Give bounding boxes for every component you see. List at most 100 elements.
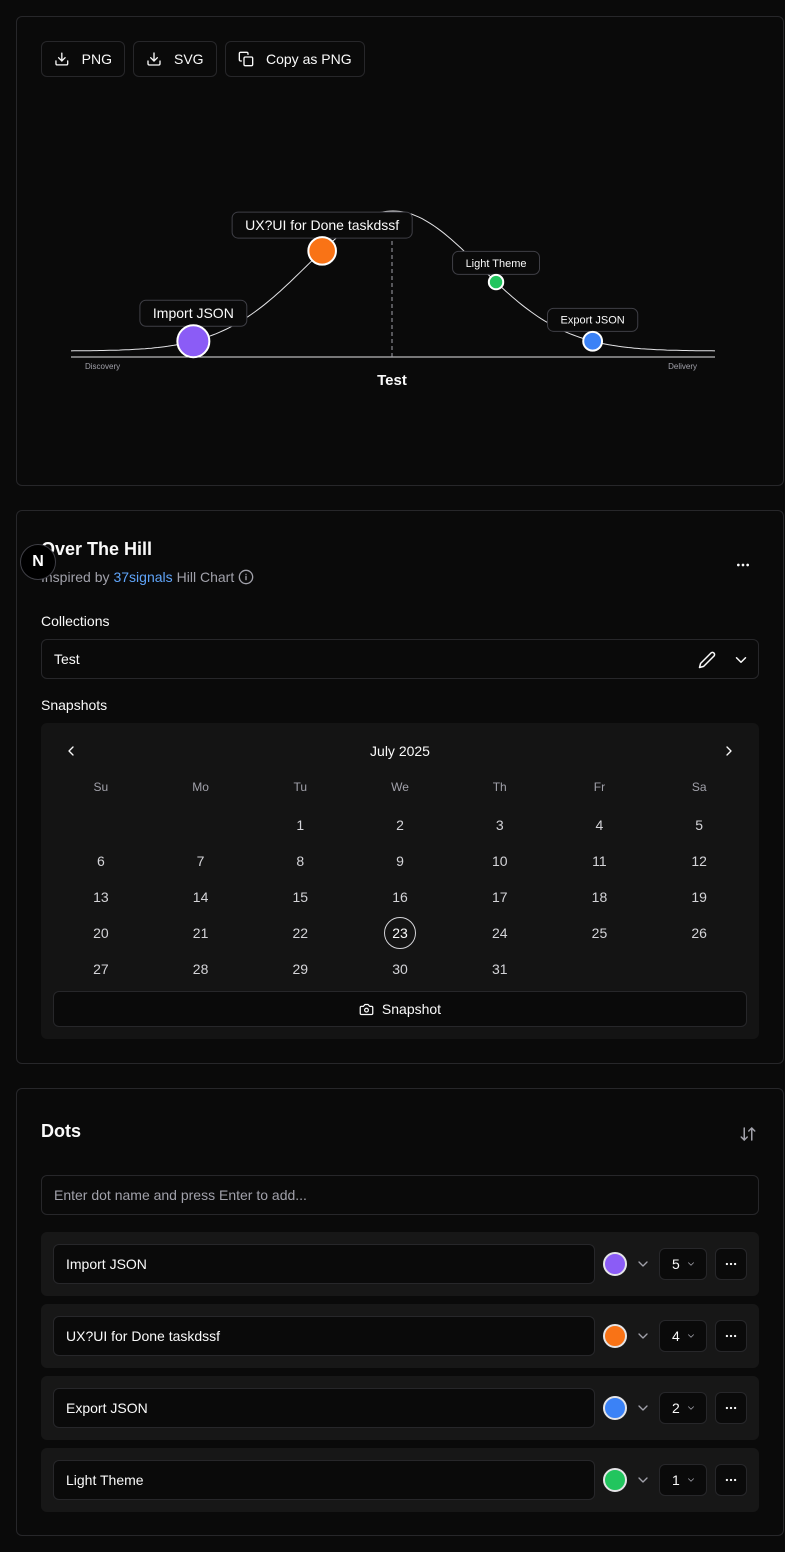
camera-icon <box>359 1003 374 1015</box>
sort-icon[interactable] <box>739 1125 757 1143</box>
calendar-day[interactable]: 14 <box>151 879 251 915</box>
chevron-down-icon[interactable] <box>635 1256 651 1272</box>
calendar-week: 1 2 3 4 5 <box>51 807 749 843</box>
calendar-day[interactable]: 8 <box>250 843 350 879</box>
weekday-label: We <box>391 780 409 794</box>
hill-dot[interactable]: Light Theme <box>452 250 541 291</box>
hill-dot-marker[interactable] <box>176 324 211 359</box>
dot-name-input[interactable]: Light Theme <box>53 1460 595 1500</box>
37signals-link[interactable]: 37signals <box>113 569 172 585</box>
hill-dot-marker[interactable] <box>487 273 505 291</box>
size-select[interactable]: 2 <box>659 1392 707 1424</box>
calendar-day[interactable]: 17 <box>450 879 550 915</box>
calendar-day[interactable]: 2 <box>350 807 450 843</box>
download-png-button[interactable]: PNG <box>41 41 125 77</box>
calendar-day[interactable]: 12 <box>649 843 749 879</box>
calendar-day-number: 8 <box>296 853 305 869</box>
calendar-day-number: 13 <box>93 889 109 905</box>
calendar-day[interactable]: 28 <box>151 951 251 987</box>
calendar-day[interactable]: 3 <box>450 807 550 843</box>
calendar-day[interactable]: 1 <box>250 807 350 843</box>
hill-chart: Discovery Delivery Test Import JSON UX?UI… <box>70 210 716 389</box>
calendar-weekdays: Su Mo Tu We Th Fr Sa <box>51 773 749 801</box>
dot-name-input[interactable]: Export JSON <box>53 1388 595 1428</box>
dot-row: Import JSON 5 <box>41 1232 759 1296</box>
color-swatch[interactable] <box>603 1468 627 1492</box>
calendar-day[interactable]: 29 <box>250 951 350 987</box>
collection-select[interactable]: Test <box>41 639 759 679</box>
download-svg-button[interactable]: SVG <box>133 41 217 77</box>
calendar-day[interactable]: 26 <box>649 915 749 951</box>
chevron-down-icon <box>687 1406 694 1410</box>
calendar-day[interactable]: 31 <box>450 951 550 987</box>
calendar-day[interactable]: 16 <box>350 879 450 915</box>
calendar-day[interactable]: 10 <box>450 843 550 879</box>
calendar-day[interactable]: 19 <box>649 879 749 915</box>
chevron-down-icon[interactable] <box>635 1328 651 1344</box>
download-svg-label: SVG <box>174 51 204 67</box>
chevron-down-icon <box>687 1262 694 1266</box>
chevron-down-icon[interactable] <box>635 1472 651 1488</box>
pencil-icon[interactable] <box>698 651 716 669</box>
hill-dot[interactable]: Import JSON <box>139 299 248 359</box>
dot-more-button[interactable] <box>715 1464 747 1496</box>
weekday-label: Tu <box>293 780 308 794</box>
calendar-day[interactable]: 15 <box>250 879 350 915</box>
chevron-down-icon[interactable] <box>635 1400 651 1416</box>
hill-dot-marker[interactable] <box>582 330 604 352</box>
calendar-day[interactable]: 18 <box>550 879 650 915</box>
calendar-day[interactable]: 30 <box>350 951 450 987</box>
dot-more-button[interactable] <box>715 1392 747 1424</box>
chevron-down-icon[interactable] <box>732 651 750 669</box>
discovery-label: Discovery <box>85 362 120 371</box>
calendar-day[interactable]: 24 <box>450 915 550 951</box>
calendar-day[interactable]: 21 <box>151 915 251 951</box>
size-select[interactable]: 1 <box>659 1464 707 1496</box>
calendar-day[interactable]: 13 <box>51 879 151 915</box>
calendar-day-number: 14 <box>192 889 209 905</box>
calendar-day[interactable]: 6 <box>51 843 151 879</box>
calendar-day[interactable]: 9 <box>350 843 450 879</box>
more-horizontal-icon <box>725 1478 737 1482</box>
calendar-day[interactable]: 5 <box>649 807 749 843</box>
calendar-day-number: 3 <box>495 817 504 833</box>
snapshot-button[interactable]: Snapshot <box>53 991 747 1027</box>
calendar-day[interactable]: 23 <box>350 915 450 951</box>
color-swatch[interactable] <box>603 1324 627 1348</box>
chevron-right-icon[interactable] <box>721 743 737 759</box>
copy-png-button[interactable]: Copy as PNG <box>225 41 365 77</box>
calendar-day[interactable]: 11 <box>550 843 650 879</box>
info-icon[interactable] <box>238 569 254 585</box>
size-select[interactable]: 4 <box>659 1320 707 1352</box>
hill-dot-marker[interactable] <box>307 236 337 266</box>
calendar-week: 13 14 15 16 17 18 19 <box>51 879 749 915</box>
size-value: 5 <box>672 1256 680 1272</box>
calendar-day-number: 23 <box>384 917 417 949</box>
size-select[interactable]: 5 <box>659 1248 707 1280</box>
calendar-day[interactable]: 4 <box>550 807 650 843</box>
color-swatch[interactable] <box>603 1252 627 1276</box>
dot-more-button[interactable] <box>715 1248 747 1280</box>
new-dot-input[interactable] <box>41 1175 759 1215</box>
calendar-day-number <box>185 809 217 841</box>
hill-dot[interactable]: UX?UI for Done taskdssf <box>231 211 413 266</box>
hill-dot[interactable]: Export JSON <box>547 307 639 352</box>
calendar-day[interactable]: 27 <box>51 951 151 987</box>
size-value: 4 <box>672 1328 680 1344</box>
hill-dot-label: Light Theme <box>466 258 527 270</box>
calendar-day[interactable]: 22 <box>250 915 350 951</box>
calendar-day-number: 30 <box>392 961 408 977</box>
dot-more-button[interactable] <box>715 1320 747 1352</box>
collection-value: Test <box>54 651 80 667</box>
more-options-button[interactable] <box>727 551 759 579</box>
dot-row: UX?UI for Done taskdssf 4 <box>41 1304 759 1368</box>
dot-name-input[interactable]: Import JSON <box>53 1244 595 1284</box>
calendar-day[interactable]: 7 <box>151 843 251 879</box>
calendar-empty <box>649 951 749 987</box>
color-swatch[interactable] <box>603 1396 627 1420</box>
calendar-day[interactable]: 20 <box>51 915 151 951</box>
calendar-empty <box>550 951 650 987</box>
app-logo[interactable]: N <box>20 544 56 580</box>
dot-name-input[interactable]: UX?UI for Done taskdssf <box>53 1316 595 1356</box>
calendar-day[interactable]: 25 <box>550 915 650 951</box>
